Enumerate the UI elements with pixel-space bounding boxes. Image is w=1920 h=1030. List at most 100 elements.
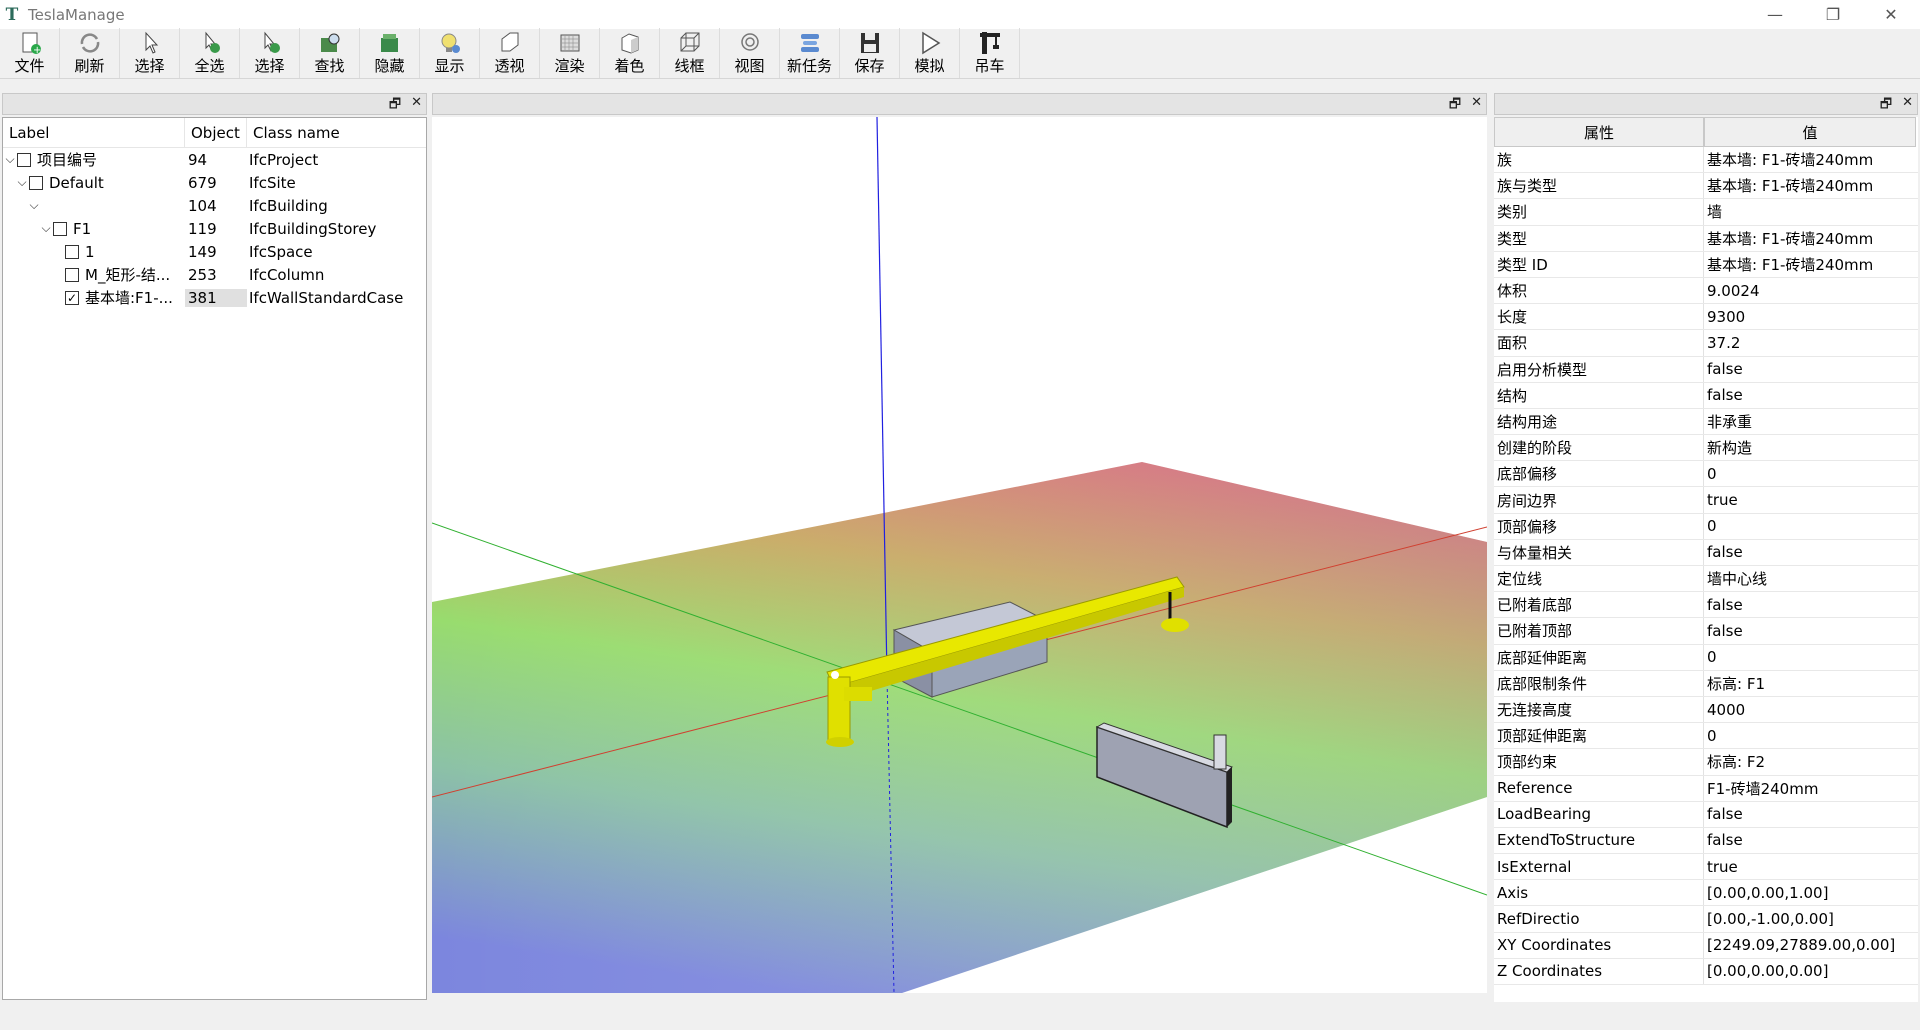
toolbar-button-new-task[interactable]: 新任务 [780, 28, 840, 78]
property-row[interactable]: RefDirectio [0.00,-1.00,0.00] [1494, 906, 1918, 933]
toolbar-button-hide[interactable]: 隐藏 [360, 28, 420, 78]
tree-object-id: 104 [188, 196, 217, 215]
value-column-header[interactable]: 值 [1704, 117, 1916, 147]
expand-chevron-icon[interactable]: ⌵ [27, 198, 41, 213]
property-row[interactable]: 顶部偏移 0 [1494, 513, 1918, 540]
expand-chevron-icon[interactable]: ⌵ [15, 175, 29, 190]
toolbar-button-show[interactable]: 显示 [420, 28, 480, 78]
expand-chevron-icon[interactable]: ⌵ [39, 221, 53, 236]
tree-row[interactable]: ⌵ 104 IfcBuilding [3, 194, 426, 217]
property-row[interactable]: 底部偏移 0 [1494, 461, 1918, 488]
property-row[interactable]: 底部限制条件 标高: F1 [1494, 670, 1918, 697]
toolbar-button-refresh[interactable]: 刷新 [60, 28, 120, 78]
toolbar-button-view[interactable]: 视图 [720, 28, 780, 78]
property-row[interactable]: XY Coordinates [2249.09,27889.00,0.00] [1494, 932, 1918, 959]
minimize-button[interactable]: — [1746, 0, 1804, 29]
property-row[interactable]: 类型 基本墙: F1-砖墙240mm [1494, 225, 1918, 252]
properties-dock-header: 🗗 ✕ [1494, 93, 1918, 115]
label-column-header[interactable]: Label [3, 117, 185, 148]
toolbar-button-perspective[interactable]: 透视 [480, 28, 540, 78]
class-column-header[interactable]: Class name [247, 118, 340, 148]
viewport-dock-header: 🗗 ✕ [432, 93, 1487, 115]
property-row[interactable]: LoadBearing false [1494, 801, 1918, 828]
property-row[interactable]: 长度 9300 [1494, 304, 1918, 331]
property-value: false [1707, 543, 1743, 562]
toolbar-button-wireframe[interactable]: 线框 [660, 28, 720, 78]
float-icon[interactable]: 🗗 [1880, 95, 1892, 117]
expand-chevron-icon[interactable]: ⌵ [3, 152, 17, 167]
property-row[interactable]: Z Coordinates [0.00,0.00,0.00] [1494, 958, 1918, 985]
toolbar-button-shade[interactable]: 着色 [600, 28, 660, 78]
visibility-checkbox[interactable] [29, 175, 43, 190]
toolbar-button-crane[interactable]: 吊车 [960, 28, 1020, 78]
visibility-checkbox[interactable] [65, 267, 79, 282]
property-name: 类型 ID [1494, 251, 1704, 277]
toolbar-button-select-all[interactable]: 全选 [180, 28, 240, 78]
tree-row[interactable]: 1 149 IfcSpace [3, 240, 426, 263]
close-icon[interactable]: ✕ [1902, 95, 1913, 117]
property-row[interactable]: 已附着顶部 false [1494, 618, 1918, 645]
tree-object-id: 381 [185, 288, 247, 307]
tree-class-name: IfcBuilding [249, 196, 328, 215]
restore-button[interactable]: ❐ [1804, 0, 1862, 29]
visibility-checkbox[interactable]: ✓ [65, 290, 79, 305]
toolbar-button-select[interactable]: 选择 [240, 28, 300, 78]
close-icon[interactable]: ✕ [411, 95, 422, 117]
property-row[interactable]: ExtendToStructure false [1494, 827, 1918, 855]
toolbar-button-label: 刷新 [74, 57, 105, 75]
property-name: 底部延伸距离 [1494, 644, 1704, 670]
object-column-header[interactable]: Object [185, 117, 247, 148]
property-row[interactable]: 类别墙 [1494, 199, 1918, 226]
close-button[interactable]: ✕ [1862, 0, 1920, 29]
property-value: 9300 [1707, 307, 1746, 326]
property-row[interactable]: 底部延伸距离 0 [1494, 644, 1918, 671]
3d-viewport[interactable] [432, 117, 1487, 993]
close-icon[interactable]: ✕ [1471, 95, 1482, 117]
property-row[interactable]: 面积 37.2 [1494, 330, 1918, 357]
view-icon [736, 30, 764, 56]
tree-item-label: F1 [73, 219, 92, 238]
toolbar-button-new-file[interactable]: + 文件 [0, 28, 60, 78]
toolbar-button-find[interactable]: 查找 [300, 28, 360, 78]
property-row[interactable]: 族与类型 基本墙: F1-砖墙240mm [1494, 173, 1918, 200]
property-row[interactable]: 与体量相关 false [1494, 539, 1918, 566]
property-row[interactable]: 定位线 墙中心线 [1494, 566, 1918, 593]
property-row[interactable]: Reference F1-砖墙240mm [1494, 775, 1918, 802]
tree-label-cell: M_矩形-结... [3, 264, 185, 285]
visibility-checkbox[interactable] [53, 221, 67, 236]
property-row[interactable]: 无连接高度 4000 [1494, 696, 1918, 724]
toolbar-button-render[interactable]: 渲染 [540, 28, 600, 78]
toolbar-button-save[interactable]: 保存 [840, 28, 900, 78]
tree-row[interactable]: ✓ 基本墙:F1-... 381 IfcWallStandardCase [3, 286, 426, 309]
visibility-checkbox[interactable] [65, 244, 79, 259]
property-row[interactable]: 房间边界 true [1494, 487, 1918, 514]
tree-class-name: IfcColumn [249, 265, 325, 284]
tree-row[interactable]: M_矩形-结... 253 IfcColumn [3, 263, 426, 286]
scene-canvas[interactable] [432, 117, 1487, 993]
float-icon[interactable]: 🗗 [389, 95, 401, 117]
property-row[interactable]: 族基本墙: F1-砖墙240mm [1494, 147, 1918, 174]
property-name: Reference [1494, 775, 1704, 801]
property-row[interactable]: IsExternal true [1494, 854, 1918, 881]
tree-row[interactable]: ⌵ 项目编号 94 IfcProject [3, 148, 426, 171]
tree-row[interactable]: ⌵ Default 679 IfcSite [3, 171, 426, 194]
property-row[interactable]: 顶部延伸距离 0 [1494, 723, 1918, 750]
toolbar-button-cursor[interactable]: 选择 [120, 28, 180, 78]
property-row[interactable]: 类型 ID 基本墙: F1-砖墙240mm [1494, 251, 1918, 278]
property-row[interactable]: 创建的阶段 新构造 [1494, 435, 1918, 462]
tree-row[interactable]: ⌵ F1 119 IfcBuildingStorey [3, 217, 426, 240]
visibility-checkbox[interactable] [17, 152, 31, 167]
shade-icon [616, 30, 644, 56]
float-icon[interactable]: 🗗 [1449, 95, 1461, 117]
property-row[interactable]: 顶部约束 标高: F2 [1494, 749, 1918, 776]
property-column-header[interactable]: 属性 [1494, 117, 1704, 147]
toolbar-button-simulate[interactable]: 模拟 [900, 28, 960, 78]
property-row[interactable]: 结构用途 非承重 [1494, 408, 1918, 436]
property-value: 标高: F2 [1707, 753, 1765, 772]
property-row[interactable]: 体积 9.0024 [1494, 277, 1918, 305]
property-row[interactable]: 已附着底部 false [1494, 592, 1918, 619]
property-row[interactable]: 启用分析模型 false [1494, 356, 1918, 383]
property-row[interactable]: 结构 false [1494, 382, 1918, 409]
main-toolbar: + 文件 刷新 选择 全选 选择 查找 隐藏 显示 透视 渲染 着色 线框 视图 新任务 保存 模拟 吊车 [0, 28, 1920, 79]
property-row[interactable]: Axis [0.00,0.00,1.00] [1494, 880, 1918, 907]
